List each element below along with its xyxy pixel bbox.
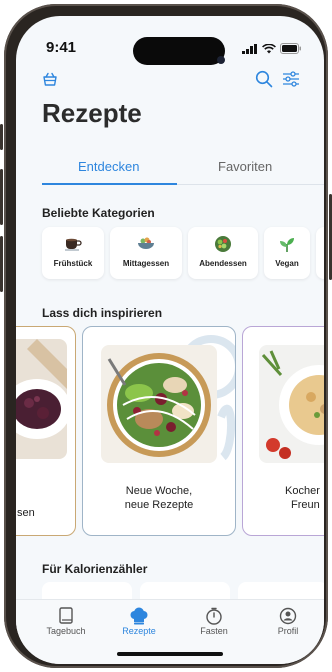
tabbar-label: Fasten (200, 626, 228, 636)
volume-down-button (0, 236, 3, 292)
sprout-icon (280, 238, 294, 252)
category-label: Abendessen (199, 259, 247, 268)
pasta-dish-image (259, 345, 324, 463)
basket-icon (43, 72, 57, 86)
screen: 9:41 Rezepte Entdecken Favoriten Beliebt… (16, 16, 324, 664)
tabbar-item-tagebuch[interactable]: Tagebuch (36, 606, 96, 636)
salad-icon (215, 236, 231, 252)
card-text-line2: neue Rezepte (124, 499, 194, 511)
book-icon (59, 607, 73, 624)
tabbar-label: Rezepte (122, 626, 156, 636)
status-icons (242, 43, 302, 54)
recipe-image (16, 339, 67, 459)
search-icon (255, 70, 273, 88)
dynamic-island (133, 37, 225, 65)
section-title-inspiration: Lass dich inspirieren (42, 306, 163, 320)
card-text-line1: Kocher (285, 485, 320, 497)
mute-switch (0, 124, 3, 150)
profile-icon (279, 607, 297, 625)
bowl-icon (138, 237, 154, 249)
category-label: Frühstück (53, 259, 93, 268)
berry-dish-image (16, 339, 67, 439)
recipe-image (101, 345, 217, 463)
phone-frame: 9:41 Rezepte Entdecken Favoriten Beliebt… (0, 4, 332, 668)
page-title: Rezepte (42, 98, 142, 128)
card-text-line1: Neue Woche, (125, 485, 193, 497)
tab-bar-top: Entdecken Favoriten (42, 159, 324, 185)
chef-hat-icon (130, 607, 148, 625)
recipe-image (259, 345, 324, 463)
active-tab-indicator (42, 183, 177, 185)
filter-button[interactable] (282, 71, 300, 92)
card-text-line1: sen (17, 507, 35, 519)
filter-sliders-icon (283, 71, 299, 87)
status-time: 9:41 (46, 39, 77, 56)
tabbar-item-profil[interactable]: Profil (258, 606, 318, 636)
camera-dot (217, 56, 225, 64)
tabbar-item-rezepte[interactable]: Rezepte (109, 606, 169, 636)
battery-icon (280, 43, 301, 54)
tabbar-label: Tagebuch (46, 626, 86, 636)
category-card-fruehstueck[interactable]: Frühstück (42, 227, 104, 279)
signal-icon (242, 43, 257, 54)
basket-button[interactable] (42, 72, 58, 91)
section-title-calories: Für Kalorienzähler (42, 562, 148, 576)
volume-up-button (0, 169, 3, 225)
inspiration-card-partial-left[interactable]: sen (16, 326, 76, 536)
category-card-vegan[interactable]: Vegan (264, 227, 310, 279)
tabbar-item-fasten[interactable]: Fasten (184, 606, 244, 636)
inspiration-card-neue-woche[interactable]: Neue Woche, neue Rezepte (82, 326, 236, 536)
category-card-partial[interactable] (316, 227, 324, 279)
wifi-icon (262, 43, 276, 53)
timer-icon (206, 607, 222, 625)
home-indicator[interactable] (117, 652, 223, 656)
tab-favoriten[interactable]: Favoriten (218, 159, 272, 174)
search-button[interactable] (255, 70, 273, 93)
tab-entdecken[interactable]: Entdecken (78, 159, 139, 174)
category-label: Vegan (275, 259, 299, 268)
category-card-mittagessen[interactable]: Mittagessen (110, 227, 182, 279)
salad-bowl-image (101, 345, 217, 463)
section-title-categories: Beliebte Kategorien (42, 206, 155, 220)
card-text-line2: Freun (291, 499, 320, 511)
category-card-abendessen[interactable]: Abendessen (188, 227, 258, 279)
coffee-icon (65, 238, 82, 251)
category-label: Mittagessen (122, 259, 170, 268)
inspiration-card-partial-right[interactable]: Kocher Freun (242, 326, 324, 536)
tabbar-label: Profil (277, 626, 299, 636)
